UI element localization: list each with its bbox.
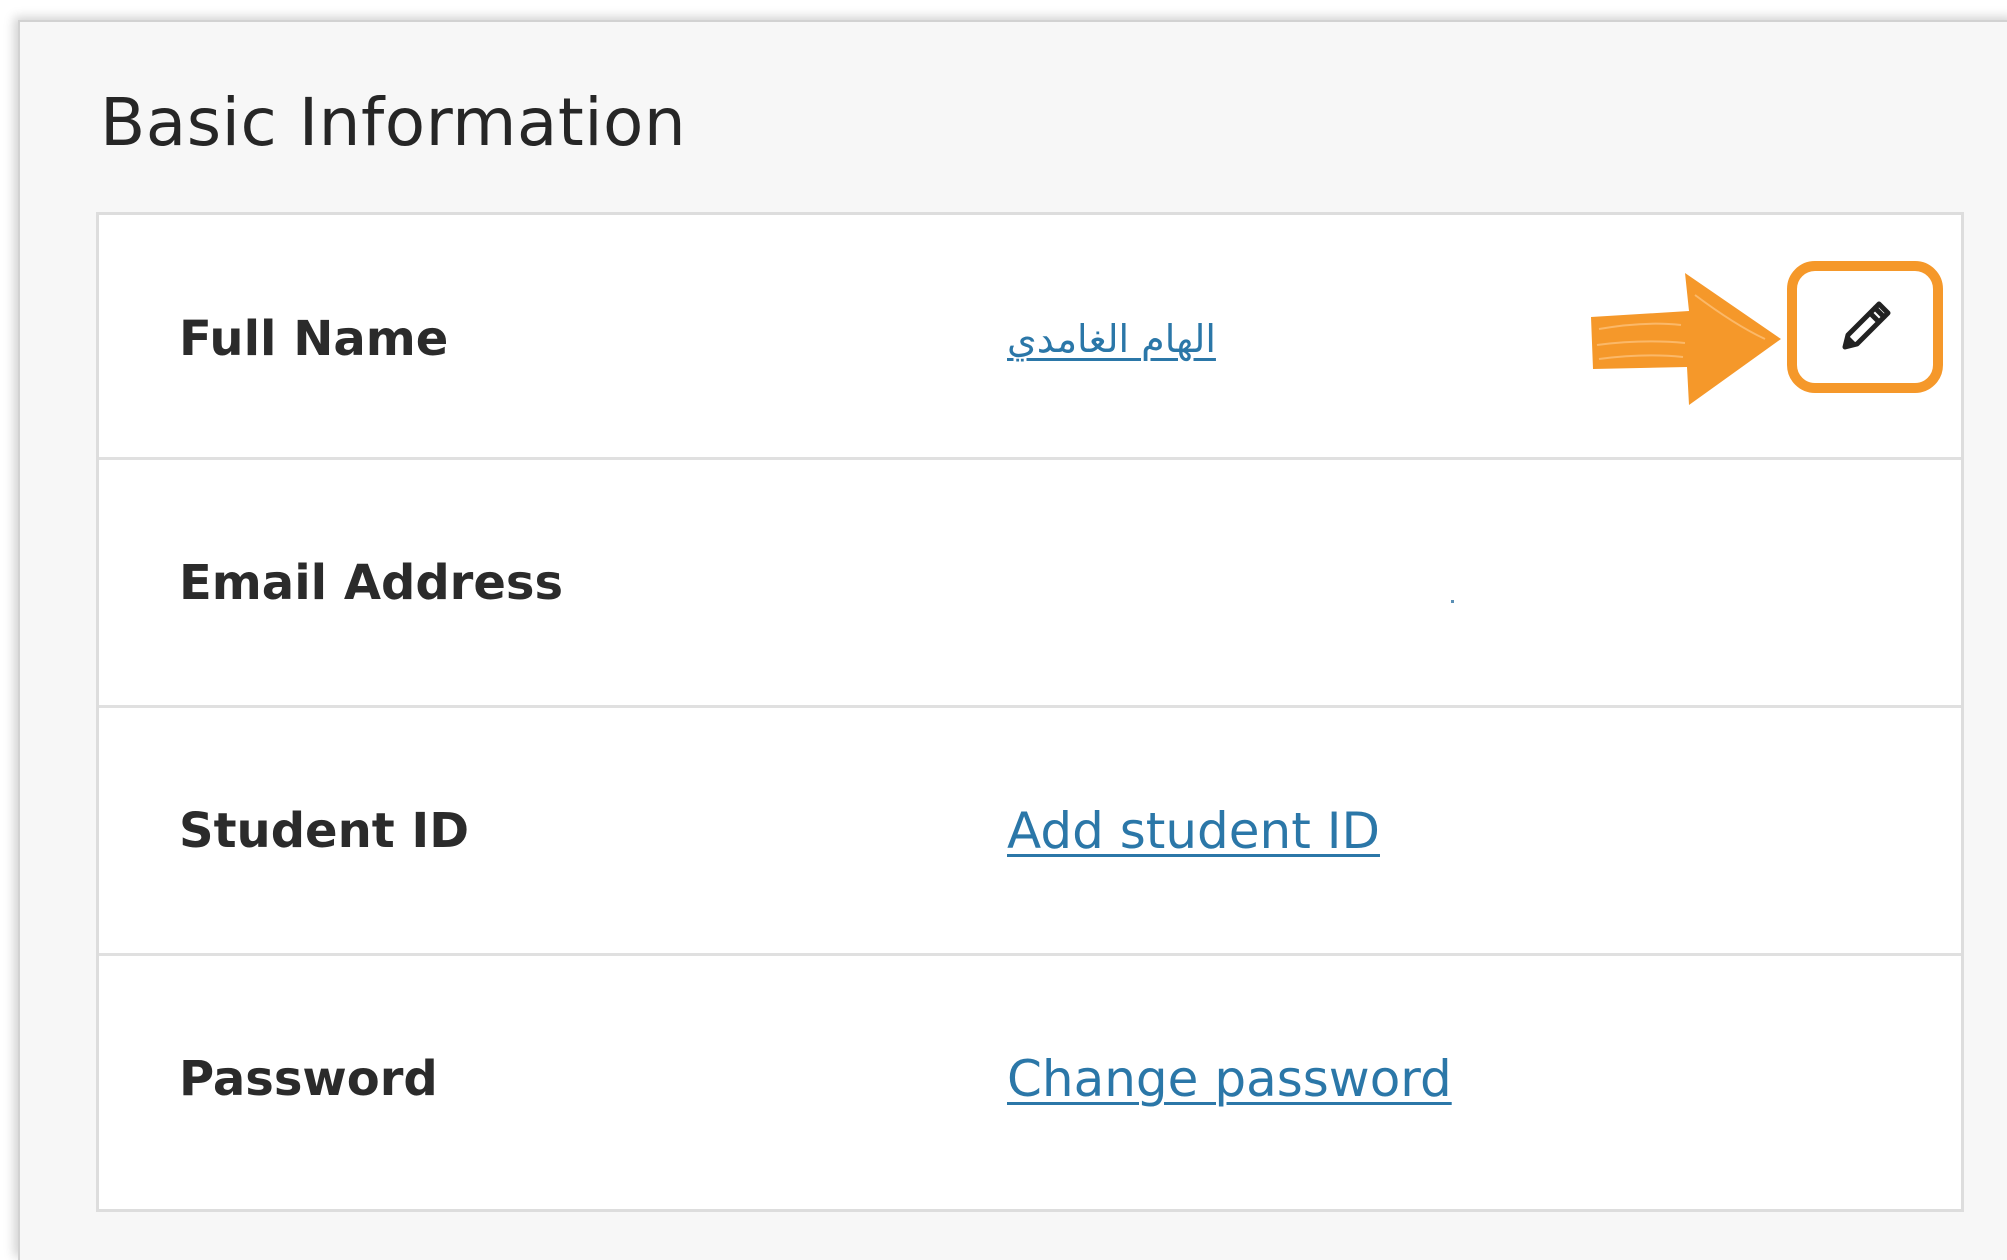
section-title: Basic Information — [100, 84, 687, 161]
email-address-row: Email Address — [99, 457, 1961, 705]
student-id-row: Student ID Add student ID — [99, 705, 1961, 953]
full-name-value-link[interactable]: الهام الغامدي — [1007, 317, 1216, 361]
student-id-label: Student ID — [179, 802, 470, 859]
full-name-row: Full Name الهام الغامدي — [99, 215, 1961, 463]
password-label: Password — [179, 1050, 438, 1107]
pencil-icon — [1842, 301, 1891, 350]
arrow-right-icon — [1591, 273, 1781, 405]
email-address-value — [1451, 600, 1454, 603]
change-password-link[interactable]: Change password — [1007, 1050, 1452, 1108]
password-row: Password Change password — [99, 953, 1961, 1201]
add-student-id-link[interactable]: Add student ID — [1007, 802, 1380, 860]
basic-information-card: Full Name الهام الغامدي Email Address St… — [96, 212, 1964, 1212]
email-address-label: Email Address — [179, 554, 564, 611]
basic-information-panel: Basic Information Full Name الهام الغامد… — [18, 20, 2007, 1260]
edit-full-name-button[interactable] — [1787, 261, 1943, 393]
full-name-label: Full Name — [179, 311, 449, 367]
